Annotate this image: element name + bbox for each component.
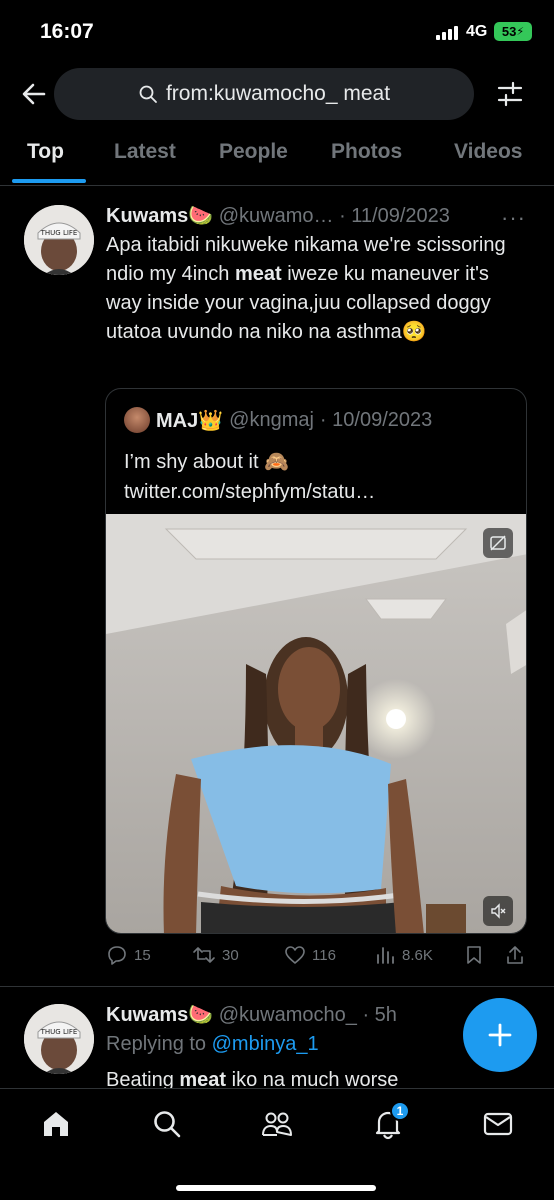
people-icon bbox=[262, 1112, 292, 1136]
crown-emoji: 👑 bbox=[198, 409, 224, 432]
svg-text:THUG LIFE: THUG LIFE bbox=[40, 229, 78, 237]
avatar[interactable]: THUG LIFE bbox=[24, 205, 94, 275]
nav-search[interactable] bbox=[150, 1107, 184, 1141]
replying-to-handle[interactable]: @mbinya_1 bbox=[212, 1033, 319, 1055]
quoted-tweet-text: I’m shy about it 🙈 twitter.com/stephfym/… bbox=[124, 451, 376, 503]
home-icon bbox=[44, 1112, 68, 1136]
tweet-text-highlight: meat bbox=[234, 263, 282, 285]
mail-icon bbox=[483, 1112, 513, 1136]
arrow-left-icon bbox=[22, 83, 46, 105]
more-options-icon[interactable]: ··· bbox=[501, 205, 526, 231]
pleading-face-emoji: 🥺 bbox=[401, 321, 427, 343]
nav-communities[interactable] bbox=[260, 1107, 294, 1141]
tweet-date: · 11/09/2023 bbox=[339, 205, 450, 227]
tweet-text-part: Beating bbox=[106, 1069, 180, 1088]
bookmark-button[interactable] bbox=[464, 944, 484, 966]
share-icon bbox=[507, 946, 523, 964]
view-count: 8.6K bbox=[402, 946, 433, 964]
status-bar: 16:07 4G 53 ⚡ bbox=[0, 0, 554, 62]
author-handle[interactable]: @kuwamocho_ bbox=[219, 1004, 357, 1026]
mute-button[interactable] bbox=[483, 896, 513, 926]
nav-home[interactable] bbox=[39, 1107, 73, 1141]
search-query: from:kuwamocho_ meat bbox=[165, 82, 391, 105]
battery-icon: 53 ⚡ bbox=[494, 22, 532, 41]
captions-button[interactable] bbox=[483, 528, 513, 558]
quoted-avatar bbox=[124, 407, 150, 433]
reply-icon bbox=[108, 946, 126, 965]
tweet-actions: 15 30 116 8.6K bbox=[106, 944, 526, 974]
notification-badge: 1 bbox=[390, 1101, 410, 1121]
quoted-author-name: MAJ bbox=[156, 409, 199, 432]
tweet-text: Apa itabidi nikuweke nikama we're scisso… bbox=[106, 231, 526, 347]
quoted-author-handle: @kngmaj bbox=[229, 408, 314, 431]
active-tab-indicator bbox=[12, 179, 86, 183]
video-player[interactable] bbox=[106, 514, 526, 933]
plus-icon bbox=[488, 1023, 512, 1047]
retweet-button[interactable]: 30 bbox=[192, 944, 239, 966]
author-handle[interactable]: @kuwamo… bbox=[219, 205, 334, 227]
search-tabs: Top Latest People Photos Videos bbox=[0, 130, 554, 186]
search-icon bbox=[139, 85, 157, 103]
network-type: 4G bbox=[466, 23, 488, 40]
tweet-text-part: iko na much worse bbox=[226, 1069, 399, 1088]
muted-speaker-icon bbox=[491, 903, 506, 919]
author-name[interactable]: Kuwams bbox=[106, 1004, 188, 1026]
like-button[interactable]: 116 bbox=[284, 944, 336, 966]
status-time: 16:07 bbox=[40, 20, 94, 43]
replying-to-label: Replying to bbox=[106, 1033, 212, 1055]
tweet-text-highlight: meat bbox=[179, 1069, 227, 1088]
watermelon-emoji: 🍉 bbox=[188, 1004, 214, 1026]
quoted-tweet[interactable]: MAJ👑 @kngmaj · 10/09/2023 I’m shy about … bbox=[105, 388, 527, 934]
analytics-icon bbox=[377, 947, 394, 964]
tweet[interactable]: THUG LIFE Kuwams🍉 @kuwamo… · 11/09/2023 … bbox=[0, 187, 554, 987]
watermelon-emoji: 🍉 bbox=[188, 205, 214, 227]
reply-button[interactable]: 15 bbox=[106, 944, 151, 966]
tab-photos[interactable]: Photos bbox=[331, 140, 402, 164]
compose-tweet-button[interactable] bbox=[463, 998, 537, 1072]
tab-people[interactable]: People bbox=[219, 140, 288, 164]
search-filter-button[interactable] bbox=[494, 78, 526, 110]
video-thumbnail bbox=[106, 514, 526, 933]
author-name[interactable]: Kuwams bbox=[106, 205, 188, 227]
views-button[interactable]: 8.6K bbox=[374, 944, 433, 966]
avatar[interactable]: THUG LIFE bbox=[24, 1004, 94, 1074]
search-input[interactable]: from:kuwamocho_ meat bbox=[54, 68, 474, 120]
tweet-header: Kuwams🍉 @kuwamocho_ · 5h bbox=[106, 1002, 397, 1027]
retweet-icon bbox=[193, 947, 215, 963]
retweet-count: 30 bbox=[222, 946, 239, 964]
tweet-text: Beating meat iko na much worse bbox=[106, 1066, 526, 1088]
search-header: from:kuwamocho_ meat bbox=[0, 66, 554, 122]
tweet-date: · 5h bbox=[362, 1004, 397, 1026]
bottom-navigation: 1 bbox=[0, 1088, 554, 1200]
tab-videos[interactable]: Videos bbox=[454, 140, 522, 164]
sliders-icon bbox=[497, 81, 523, 107]
tweet-header: Kuwams🍉 @kuwamo… · 11/09/2023 bbox=[106, 203, 450, 228]
reply-count: 15 bbox=[134, 946, 151, 964]
search-icon bbox=[154, 1111, 181, 1138]
like-count: 116 bbox=[312, 946, 336, 964]
nav-messages[interactable] bbox=[481, 1107, 515, 1141]
back-button[interactable] bbox=[18, 78, 50, 110]
signal-icon bbox=[436, 26, 458, 40]
tab-latest[interactable]: Latest bbox=[114, 140, 176, 164]
bookmark-icon bbox=[467, 946, 481, 964]
quoted-tweet-header: MAJ👑 @kngmaj · 10/09/2023 bbox=[124, 407, 432, 433]
battery-level: 53 bbox=[501, 24, 517, 39]
share-button[interactable] bbox=[504, 944, 526, 966]
replying-to: Replying to @mbinya_1 bbox=[106, 1033, 319, 1056]
nav-notifications[interactable]: 1 bbox=[371, 1101, 410, 1141]
quoted-tweet-date: · 10/09/2023 bbox=[319, 408, 433, 431]
heart-icon bbox=[285, 946, 305, 964]
svg-text:THUG LIFE: THUG LIFE bbox=[40, 1028, 78, 1036]
home-indicator bbox=[176, 1185, 376, 1191]
captions-off-icon bbox=[490, 535, 506, 551]
tab-top[interactable]: Top bbox=[27, 140, 64, 164]
